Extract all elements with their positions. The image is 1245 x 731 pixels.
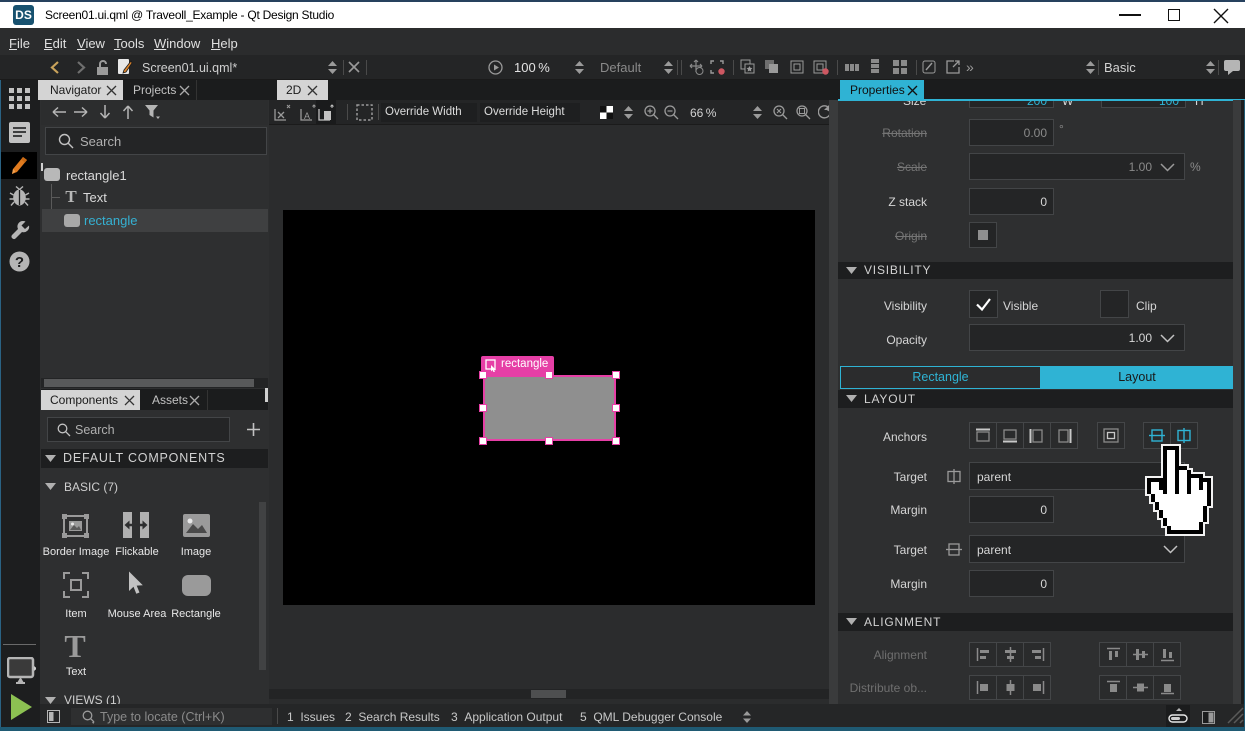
svg-text:?: ? xyxy=(15,254,24,271)
svg-text:A: A xyxy=(304,111,310,121)
